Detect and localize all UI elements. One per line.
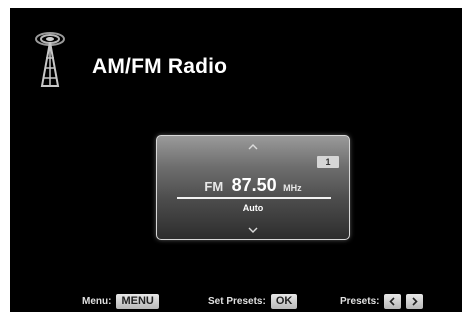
chevron-left-icon xyxy=(389,296,396,306)
radio-screen: AM/FM Radio 1 FM 87.50 MHz Auto Menu: ME… xyxy=(10,8,462,312)
menu-label: Menu: xyxy=(82,295,112,307)
set-presets-hint: Set Presets: OK xyxy=(208,292,298,310)
page-title: AM/FM Radio xyxy=(92,55,228,78)
tuner-panel[interactable]: 1 FM 87.50 MHz Auto xyxy=(156,135,350,240)
preset-next-button[interactable] xyxy=(406,293,424,309)
preset-prev-button[interactable] xyxy=(384,293,402,309)
divider xyxy=(177,197,331,199)
frequency-value: 87.50 xyxy=(231,175,277,195)
presets-hint: Presets: xyxy=(340,292,424,310)
chevron-right-icon xyxy=(412,296,419,306)
menu-button[interactable]: MENU xyxy=(116,293,159,309)
frequency-unit: MHz xyxy=(283,183,302,193)
band-label: FM xyxy=(204,179,224,194)
chevron-up-icon[interactable] xyxy=(247,141,259,153)
preset-number-badge: 1 xyxy=(317,156,339,168)
frequency-row: FM 87.50 MHz xyxy=(157,175,349,196)
menu-hint: Menu: MENU xyxy=(82,292,159,310)
set-presets-label: Set Presets: xyxy=(208,295,266,307)
tuning-mode: Auto xyxy=(242,203,264,213)
radio-tower-icon xyxy=(35,32,65,87)
ok-button[interactable]: OK xyxy=(270,293,298,309)
chevron-down-icon[interactable] xyxy=(247,224,259,236)
presets-label: Presets: xyxy=(340,295,380,307)
